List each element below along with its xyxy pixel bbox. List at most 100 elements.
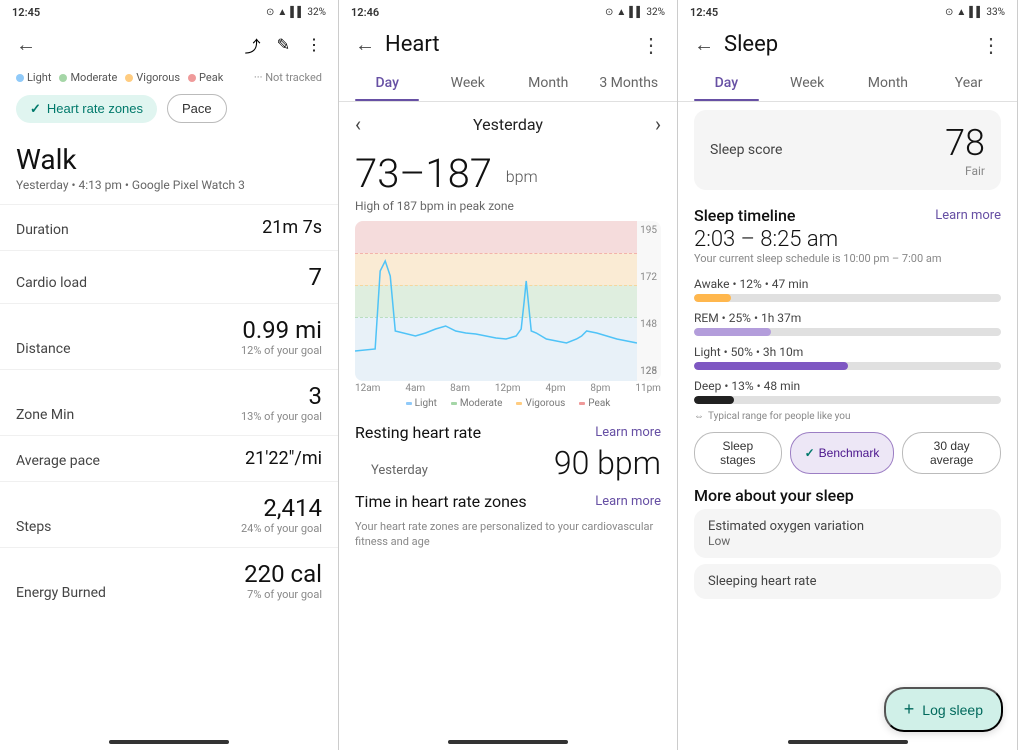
- more-card-oxygen: Estimated oxygen variation Low: [694, 509, 1001, 558]
- log-sleep-button[interactable]: + Log sleep: [884, 687, 1003, 732]
- peak-dot: [188, 74, 196, 82]
- p1-toolbar: ← ⤴ ✎ ⋮: [0, 24, 338, 65]
- battery-p2: ⊙ ▲ ▌▌ 32%: [605, 7, 665, 18]
- stage-deep: Deep • 13% • 48 min: [678, 375, 1017, 409]
- heart-chart: 195 172 148 128 25: [355, 221, 661, 381]
- wifi-icon: ▲: [277, 7, 287, 18]
- tab-year-p3[interactable]: Year: [928, 65, 1009, 101]
- camera-icon: ⊙: [266, 7, 274, 18]
- more-dots-p2[interactable]: ⋮: [641, 33, 661, 57]
- moderate-zone-dot: [451, 402, 457, 405]
- p3-header: ← Sleep ⋮: [678, 24, 1017, 65]
- sleep-timeline-header: Sleep timeline Learn more: [678, 198, 1017, 227]
- sleep-score-right: 78 Fair: [945, 122, 985, 178]
- panel-sleep: 12:45 ⊙ ▲ ▌▌ 33% ← Sleep ⋮ Day Week Mont…: [678, 0, 1018, 750]
- tab-week-p2[interactable]: Week: [428, 65, 509, 101]
- stage-awake: Awake • 12% • 47 min: [678, 273, 1017, 307]
- zone-25-label: 25: [646, 366, 657, 377]
- home-indicator-p3: [788, 740, 908, 744]
- back-button-p3[interactable]: ←: [694, 32, 714, 57]
- heart-rate-svg: [355, 221, 637, 381]
- battery-p1: ⊙ ▲ ▌▌ 32%: [266, 7, 326, 18]
- heart-high: High of 187 bpm in peak zone: [339, 197, 677, 221]
- sleep-time-range: 2:03 – 8:25 am: [678, 227, 1017, 252]
- resting-hr-header: Resting heart rate Learn more: [339, 413, 677, 444]
- typical-range-note: ⇔ Typical range for people like you: [678, 409, 1017, 428]
- zone-buttons: ✓ Heart rate zones Pace: [0, 90, 338, 131]
- share-icon[interactable]: ⤴: [245, 33, 261, 57]
- tab-day-p2[interactable]: Day: [347, 65, 428, 101]
- benchmark-button[interactable]: ✓ Benchmark: [790, 432, 895, 474]
- signal-icon-p3: ▌▌: [969, 7, 983, 18]
- time-p2: 12:46: [351, 6, 379, 19]
- rem-bar-bg: [694, 328, 1001, 336]
- tab-3months-p2[interactable]: 3 Months: [589, 65, 670, 101]
- zones-learn-more[interactable]: Learn more: [595, 494, 661, 509]
- tab-month-p2[interactable]: Month: [508, 65, 589, 101]
- 30day-button[interactable]: 30 day average: [902, 432, 1001, 474]
- status-bar-p1: 12:45 ⊙ ▲ ▌▌ 32%: [0, 0, 338, 24]
- signal-icon-p2: ▌▌: [629, 7, 643, 18]
- location-icon: ⊙: [945, 7, 953, 18]
- tab-week-p3[interactable]: Week: [767, 65, 848, 101]
- legend-vigorous-p2: Vigorous: [516, 398, 565, 409]
- activity-subtitle: Yesterday • 4:13 pm • Google Pixel Watch…: [0, 178, 338, 204]
- heart-title: ← Heart: [355, 32, 440, 57]
- heart-tabs: Day Week Month 3 Months: [339, 65, 677, 102]
- back-button-p2[interactable]: ←: [355, 32, 375, 57]
- light-bar-bg: [694, 362, 1001, 370]
- date-label: Yesterday: [473, 115, 543, 134]
- signal-icon: ▌▌: [290, 7, 304, 18]
- legend-moderate-p2: Moderate: [451, 398, 503, 409]
- sleep-stages-button[interactable]: Sleep stages: [694, 432, 782, 474]
- stage-light: Light • 50% • 3h 10m: [678, 341, 1017, 375]
- stage-rem: REM • 25% • 1h 37m: [678, 307, 1017, 341]
- sleep-title: ← Sleep: [694, 32, 778, 57]
- legend-light-p2: Light: [406, 398, 437, 409]
- back-button-p1[interactable]: ←: [16, 32, 36, 57]
- rem-bar-fill: [694, 328, 771, 336]
- wifi-icon-p3: ▲: [956, 7, 966, 18]
- toolbar-icons: ⤴ ✎ ⋮: [245, 33, 322, 57]
- typical-range-icon: ⇔: [694, 411, 704, 422]
- metric-avg-pace: Average pace 21'22"/mi: [0, 435, 338, 481]
- battery-p3: ⊙ ▲ ▌▌ 33%: [945, 7, 1005, 18]
- resting-label: Yesterday: [355, 463, 444, 478]
- date-nav: ‹ Yesterday ›: [339, 102, 677, 146]
- metric-distance: Distance 0.99 mi 12% of your goal: [0, 303, 338, 369]
- more-dots-p3[interactable]: ⋮: [981, 33, 1001, 57]
- resting-learn-more[interactable]: Learn more: [595, 425, 661, 440]
- sleep-score-card: Sleep score 78 Fair: [694, 110, 1001, 190]
- edit-icon[interactable]: ✎: [277, 35, 290, 54]
- legend-peak: Peak: [188, 71, 223, 84]
- pace-button[interactable]: Pace: [167, 94, 227, 123]
- timeline-learn-more[interactable]: Learn more: [935, 208, 1001, 223]
- date-prev-button[interactable]: ‹: [355, 112, 361, 136]
- metric-energy: Energy Burned 220 cal 7% of your goal: [0, 547, 338, 613]
- chart-x-labels: 12am 4am 8am 12pm 4pm 8pm 11pm: [339, 381, 677, 396]
- peak-zone-dot: [579, 402, 585, 405]
- legend-peak-p2: Peak: [579, 398, 610, 409]
- vigorous-zone-dot: [516, 402, 522, 405]
- sleep-schedule: Your current sleep schedule is 10:00 pm …: [678, 252, 1017, 273]
- time-p3: 12:45: [690, 6, 718, 19]
- deep-bar-fill: [694, 396, 734, 404]
- date-next-button[interactable]: ›: [655, 112, 661, 136]
- more-dots-p1[interactable]: ⋮: [306, 35, 322, 54]
- awake-bar-bg: [694, 294, 1001, 302]
- not-tracked: ··· Not tracked: [254, 71, 322, 84]
- metric-zone-min: Zone Min 3 13% of your goal: [0, 369, 338, 435]
- camera-icon-p2: ⊙: [605, 7, 613, 18]
- light-dot: [16, 74, 24, 82]
- deep-bar-bg: [694, 396, 1001, 404]
- heart-range: 73–187 bpm: [339, 146, 677, 197]
- tab-month-p3[interactable]: Month: [848, 65, 929, 101]
- light-bar-fill: [694, 362, 848, 370]
- panel-walk: 12:45 ⊙ ▲ ▌▌ 32% ← ⤴ ✎ ⋮ Light Moderate …: [0, 0, 339, 750]
- tab-day-p3[interactable]: Day: [686, 65, 767, 101]
- legend-vigorous: Vigorous: [125, 71, 180, 84]
- home-indicator-p1: [109, 740, 229, 744]
- wifi-icon-p2: ▲: [616, 7, 626, 18]
- heart-rate-zones-button[interactable]: ✓ Heart rate zones: [16, 95, 157, 123]
- zones-header: Time in heart rate zones Learn more: [339, 482, 677, 513]
